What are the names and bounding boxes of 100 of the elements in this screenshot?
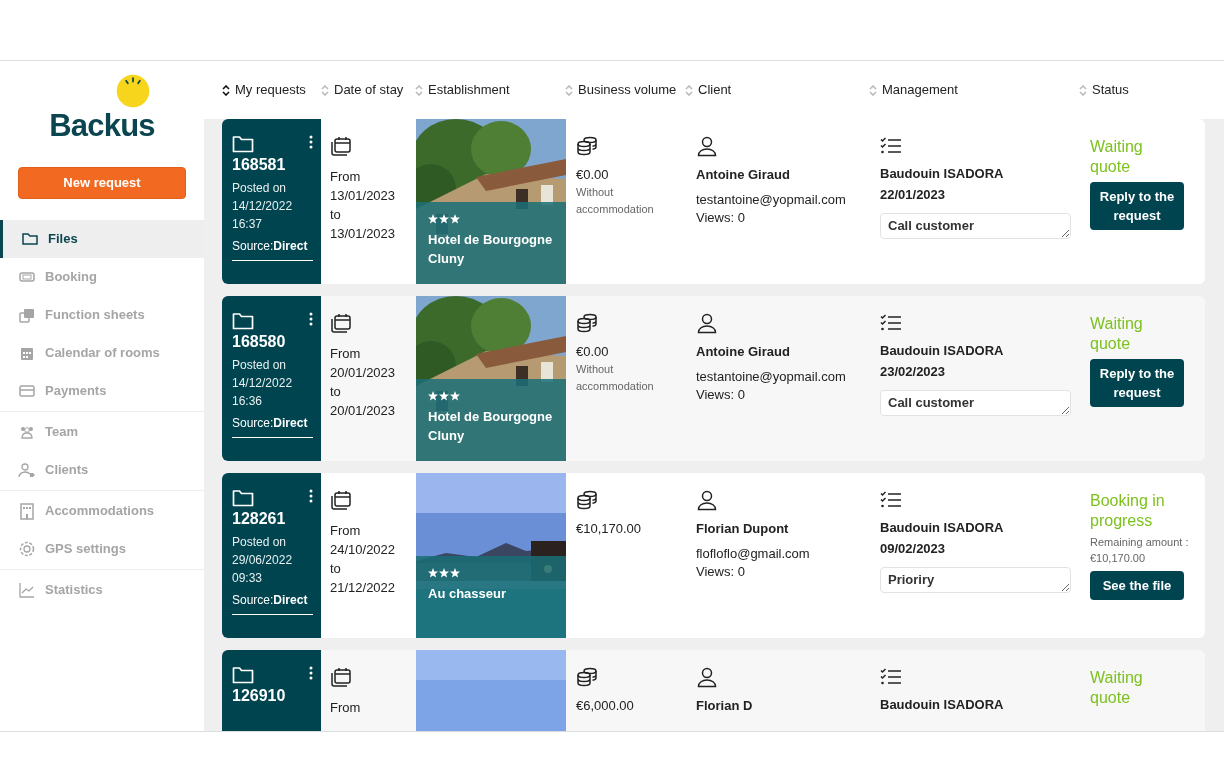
line-chart-icon (18, 581, 36, 599)
source-text: Source:Direct (232, 237, 313, 261)
checklist-icon (880, 314, 902, 332)
manager-name: Baudouin ISADORA (880, 165, 1005, 183)
action-button[interactable]: Reply to the request (1090, 182, 1184, 230)
posted-date: 29/06/2022 (232, 552, 294, 569)
more-icon[interactable] (309, 666, 313, 680)
column-header[interactable]: Establishment (415, 80, 565, 100)
manager-date: 23/02/2023 (880, 363, 947, 381)
date-label: From (330, 168, 362, 186)
manager-name: Baudouin ISADORA (880, 342, 1005, 360)
coins-icon (576, 489, 598, 511)
action-button[interactable]: See the file (1090, 571, 1184, 600)
calendar-icon (330, 312, 352, 334)
checklist-icon (880, 491, 902, 509)
calendar-icon (330, 666, 352, 688)
manager-date: 09/02/2023 (880, 540, 947, 558)
note-field[interactable]: Prioriry (880, 567, 1071, 593)
note-field[interactable]: Call customer (880, 390, 1071, 416)
status-text: Waiting quote (1090, 137, 1144, 177)
more-icon[interactable] (309, 135, 313, 149)
source-text: Source:Direct (232, 414, 313, 438)
sidebar-item[interactable]: Files (0, 220, 204, 258)
more-icon[interactable] (309, 489, 313, 503)
folder-icon (232, 135, 254, 153)
request-number[interactable]: 128261 (232, 509, 313, 529)
coins-icon (576, 666, 598, 688)
column-header[interactable]: Business volume (565, 80, 685, 100)
status-text: Waiting quote (1090, 314, 1144, 354)
column-header[interactable]: Management (869, 80, 1079, 100)
column-header[interactable]: My requests (222, 80, 321, 100)
views-count: Views: 0 (696, 209, 746, 227)
action-button[interactable]: Reply to the request (1090, 359, 1184, 407)
date-text: 21/12/2022 (330, 579, 397, 597)
client-name[interactable]: Florian Dupont (696, 520, 870, 538)
views-count: Views: 0 (696, 563, 746, 581)
date-label: From (330, 699, 362, 717)
date-label: From (330, 345, 362, 363)
amount-text: €6,000.00 (576, 697, 635, 715)
client-email: testantoine@yopmail.com (696, 191, 847, 209)
client-name[interactable]: Florian D (696, 697, 870, 715)
views-count: Views: 0 (696, 386, 746, 404)
person-icon (696, 489, 718, 511)
folder-icon (21, 230, 39, 248)
posted-time: 16:36 (232, 393, 264, 410)
note-field[interactable]: Call customer (880, 213, 1071, 239)
date-label: to (330, 383, 342, 401)
person-icon (696, 312, 718, 334)
volume-note: Without accommodation (576, 185, 655, 217)
calendar-icon (330, 489, 352, 511)
client-email: flofloflo@gmail.com (696, 545, 811, 563)
posted-label: Posted on (232, 180, 288, 197)
date-text: 20/01/2023 (330, 364, 397, 382)
amount-text: €0.00 (576, 343, 610, 361)
copy-icon (18, 306, 36, 324)
date-label: to (330, 560, 342, 578)
checklist-icon (880, 668, 902, 686)
posted-date: 14/12/2022 (232, 375, 294, 392)
amount-text: €10,170.00 (576, 520, 643, 538)
folder-icon (232, 489, 254, 507)
date-label: From (330, 522, 362, 540)
coins-icon (576, 312, 598, 334)
more-icon[interactable] (309, 312, 313, 326)
column-header[interactable]: Date of stay (321, 80, 415, 100)
date-label: to (330, 206, 342, 224)
building-icon (18, 502, 36, 520)
coins-icon (576, 135, 598, 157)
request-number[interactable]: 168580 (232, 332, 313, 352)
folder-icon (232, 312, 254, 330)
source-text: Source:Direct (232, 591, 313, 615)
sun-icon (115, 73, 151, 109)
manager-name: Baudouin ISADORA (880, 519, 1005, 537)
posted-label: Posted on (232, 357, 288, 374)
folder-icon (232, 666, 254, 684)
date-text: 24/10/2022 (330, 541, 397, 559)
person-icon (18, 461, 36, 479)
amount-text: €0.00 (576, 166, 610, 184)
checklist-icon (880, 137, 902, 155)
posted-time: 09:33 (232, 570, 264, 587)
logo: Backus (49, 110, 155, 141)
client-name[interactable]: Antoine Giraud (696, 166, 870, 184)
settings-icon (18, 540, 36, 558)
calendar-icon (330, 135, 352, 157)
person-icon (696, 666, 718, 688)
volume-note: Without accommodation (576, 362, 655, 394)
client-name[interactable]: Antoine Giraud (696, 343, 870, 361)
credit-card-icon (18, 382, 36, 400)
posted-date: 14/12/2022 (232, 198, 294, 215)
manager-name: Baudouin ISADORA (880, 696, 1005, 714)
manager-date: 22/01/2023 (880, 186, 947, 204)
person-icon (696, 135, 718, 157)
request-number[interactable]: 168581 (232, 155, 313, 175)
posted-label: Posted on (232, 534, 288, 551)
column-header[interactable]: Client (685, 80, 869, 100)
status-text: Booking in progress (1090, 491, 1166, 531)
column-header[interactable]: Status (1079, 80, 1204, 100)
date-text: 20/01/2023 (330, 402, 397, 420)
remaining-amount: Remaining amount : €10,170.00 (1090, 535, 1190, 566)
date-text: 13/01/2023 (330, 187, 397, 205)
client-email: testantoine@yopmail.com (696, 368, 847, 386)
